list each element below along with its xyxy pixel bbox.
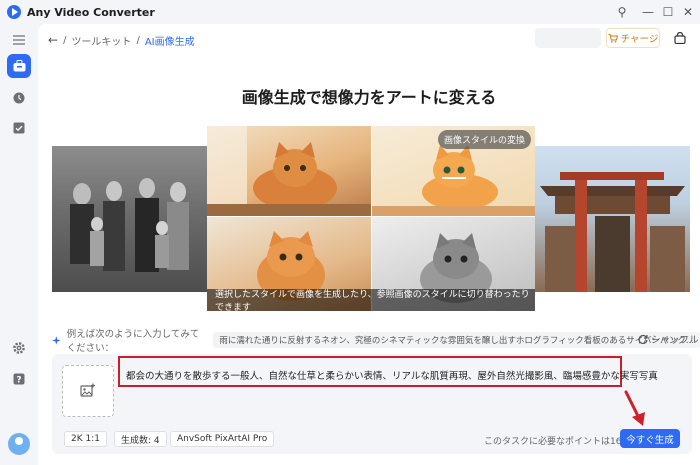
breadcrumb-current: AI画像生成 xyxy=(144,36,195,48)
shrine-photo-image xyxy=(535,146,690,292)
avatar[interactable] xyxy=(8,433,30,455)
settings-icon[interactable] xyxy=(7,336,31,360)
family-photo-image xyxy=(52,146,207,292)
count-chip[interactable]: 生成数: 4 xyxy=(114,431,167,447)
menu-icon[interactable] xyxy=(7,28,31,52)
header-placeholder xyxy=(535,28,601,48)
app-title: Any Video Converter xyxy=(27,5,155,19)
help-icon[interactable]: ? xyxy=(7,367,31,391)
red-arrow-annotation xyxy=(624,390,645,426)
history-icon[interactable] xyxy=(7,86,31,110)
model-chip[interactable]: AnvSoft PixArtAI Pro xyxy=(170,431,275,447)
prompt-composer: 都会の大通りを散歩する一般人、自然な仕草と柔らかい表情、リアルな肌質再現、屋外自… xyxy=(52,354,692,454)
examples-label: 例えば次のように入力してみてください： xyxy=(66,329,200,354)
charge-button[interactable]: チャージ xyxy=(606,28,660,48)
main-panel: ← / ツールキット / AI画像生成 チャージ 画像生成で想像力をアートに変え… xyxy=(38,24,700,465)
generate-button[interactable]: 今すぐ生成 xyxy=(620,429,680,448)
style-conversion-badge: 画像スタイルの変換 xyxy=(437,130,531,149)
page-title: 画像生成で想像力をアートに変える xyxy=(241,88,497,107)
title-bar: Any Video Converter xyxy=(0,0,700,24)
hero-caption: 選択したスタイルで画像を生成したり、参照画像のスタイルに切り替わったりできます xyxy=(207,289,535,313)
shuffle-button[interactable]: シャッフル xyxy=(638,332,699,346)
app-logo-icon xyxy=(7,5,21,19)
bag-icon[interactable] xyxy=(671,29,689,47)
examples-row: 例えば次のように入力してみてください： 雨に濡れた通りに反射するネオン、究極のシ… xyxy=(52,329,700,354)
cat-illustration-image: 画像スタイルの変換 xyxy=(372,126,535,216)
cost-text: このタスクに必要なポイントは16です xyxy=(484,437,640,447)
sidebar: ? xyxy=(0,24,38,465)
cart-icon xyxy=(608,33,618,43)
pin-icon[interactable]: ⚲ xyxy=(610,0,634,24)
breadcrumb-separator: / xyxy=(63,34,67,46)
prompt-textarea[interactable]: 都会の大通りを散歩する一般人、自然な仕草と柔らかい表情、リアルな肌質再現、屋外自… xyxy=(126,368,658,382)
breadcrumb-separator: / xyxy=(136,34,140,46)
resolution-chip[interactable]: 2K 1:1 xyxy=(64,431,107,447)
svg-text:?: ? xyxy=(16,375,21,385)
add-image-icon xyxy=(80,383,95,397)
charge-label: チャージ xyxy=(620,34,659,45)
hero-caption-wrap: 選択したスタイルで画像を生成したり、参照画像のスタイルに切り替わったりできます xyxy=(207,289,535,313)
image-upload-button[interactable] xyxy=(62,365,114,417)
breadcrumb-root[interactable]: ツールキット xyxy=(71,33,131,48)
toolkit-icon[interactable] xyxy=(7,54,31,78)
tasks-icon[interactable] xyxy=(7,116,31,140)
sparkle-icon xyxy=(52,335,61,345)
refresh-icon xyxy=(638,334,648,344)
back-arrow-icon[interactable]: ← xyxy=(48,33,58,47)
example-prompt-chip[interactable]: 雨に濡れた通りに反射するネオン、究極のシネマティックな雰囲気を醸し出すホログラフ… xyxy=(213,332,700,348)
close-button[interactable]: ✕ xyxy=(676,0,700,24)
shuffle-label: シャッフル xyxy=(651,335,699,346)
cat-photo-1-image xyxy=(207,126,371,216)
breadcrumb: ← / ツールキット / AI画像生成 xyxy=(48,32,195,48)
